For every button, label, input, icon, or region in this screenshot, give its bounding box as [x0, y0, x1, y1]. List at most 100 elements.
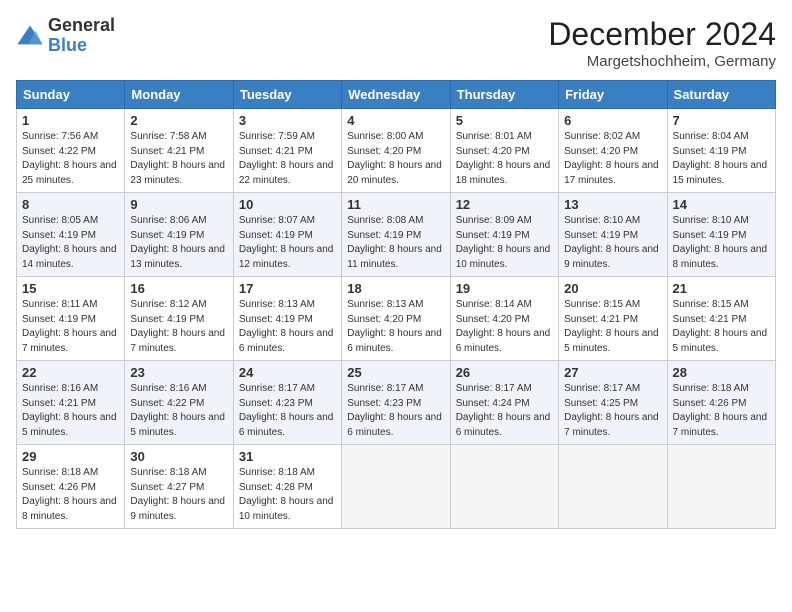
- calendar-cell: 22 Sunrise: 8:16 AM Sunset: 4:21 PM Dayl…: [17, 361, 125, 445]
- day-number: 1: [22, 113, 119, 128]
- calendar-week-row: 8 Sunrise: 8:05 AM Sunset: 4:19 PM Dayli…: [17, 193, 776, 277]
- calendar-cell: 9 Sunrise: 8:06 AM Sunset: 4:19 PM Dayli…: [125, 193, 233, 277]
- day-number: 8: [22, 197, 119, 212]
- calendar-cell: 23 Sunrise: 8:16 AM Sunset: 4:22 PM Dayl…: [125, 361, 233, 445]
- logo-blue: Blue: [48, 35, 87, 55]
- day-info: Sunrise: 8:10 AM Sunset: 4:19 PM Dayligh…: [673, 214, 770, 272]
- calendar-cell: [342, 445, 450, 529]
- page-header: General Blue December 2024 Margetshochhe…: [16, 16, 776, 70]
- calendar-cell: 28 Sunrise: 8:18 AM Sunset: 4:26 PM Dayl…: [667, 361, 775, 445]
- day-info: Sunrise: 8:06 AM Sunset: 4:19 PM Dayligh…: [130, 214, 227, 272]
- calendar-cell: 16 Sunrise: 8:12 AM Sunset: 4:19 PM Dayl…: [125, 277, 233, 361]
- calendar-cell: 5 Sunrise: 8:01 AM Sunset: 4:20 PM Dayli…: [450, 109, 558, 193]
- day-info: Sunrise: 8:15 AM Sunset: 4:21 PM Dayligh…: [564, 298, 661, 356]
- calendar-cell: 14 Sunrise: 8:10 AM Sunset: 4:19 PM Dayl…: [667, 193, 775, 277]
- day-number: 12: [456, 197, 553, 212]
- calendar-week-row: 15 Sunrise: 8:11 AM Sunset: 4:19 PM Dayl…: [17, 277, 776, 361]
- calendar-cell: 24 Sunrise: 8:17 AM Sunset: 4:23 PM Dayl…: [233, 361, 341, 445]
- day-number: 10: [239, 197, 336, 212]
- day-info: Sunrise: 8:10 AM Sunset: 4:19 PM Dayligh…: [564, 214, 661, 272]
- calendar-table: SundayMondayTuesdayWednesdayThursdayFrid…: [16, 80, 776, 529]
- day-number: 3: [239, 113, 336, 128]
- calendar-cell: 30 Sunrise: 8:18 AM Sunset: 4:27 PM Dayl…: [125, 445, 233, 529]
- day-number: 2: [130, 113, 227, 128]
- calendar-cell: 18 Sunrise: 8:13 AM Sunset: 4:20 PM Dayl…: [342, 277, 450, 361]
- logo-icon: [16, 22, 44, 50]
- calendar-cell: 29 Sunrise: 8:18 AM Sunset: 4:26 PM Dayl…: [17, 445, 125, 529]
- col-header-friday: Friday: [559, 81, 667, 109]
- col-header-wednesday: Wednesday: [342, 81, 450, 109]
- day-number: 25: [347, 365, 444, 380]
- calendar-cell: 1 Sunrise: 7:56 AM Sunset: 4:22 PM Dayli…: [17, 109, 125, 193]
- day-info: Sunrise: 8:16 AM Sunset: 4:22 PM Dayligh…: [130, 382, 227, 440]
- calendar-cell: [667, 445, 775, 529]
- day-number: 22: [22, 365, 119, 380]
- calendar-cell: [450, 445, 558, 529]
- day-info: Sunrise: 8:14 AM Sunset: 4:20 PM Dayligh…: [456, 298, 553, 356]
- day-info: Sunrise: 8:18 AM Sunset: 4:26 PM Dayligh…: [673, 382, 770, 440]
- day-info: Sunrise: 8:04 AM Sunset: 4:19 PM Dayligh…: [673, 130, 770, 188]
- calendar-cell: 20 Sunrise: 8:15 AM Sunset: 4:21 PM Dayl…: [559, 277, 667, 361]
- calendar-cell: 27 Sunrise: 8:17 AM Sunset: 4:25 PM Dayl…: [559, 361, 667, 445]
- calendar-week-row: 29 Sunrise: 8:18 AM Sunset: 4:26 PM Dayl…: [17, 445, 776, 529]
- calendar-week-row: 22 Sunrise: 8:16 AM Sunset: 4:21 PM Dayl…: [17, 361, 776, 445]
- day-info: Sunrise: 8:09 AM Sunset: 4:19 PM Dayligh…: [456, 214, 553, 272]
- calendar-cell: [559, 445, 667, 529]
- calendar-cell: 3 Sunrise: 7:59 AM Sunset: 4:21 PM Dayli…: [233, 109, 341, 193]
- day-number: 19: [456, 281, 553, 296]
- day-info: Sunrise: 8:05 AM Sunset: 4:19 PM Dayligh…: [22, 214, 119, 272]
- day-info: Sunrise: 8:13 AM Sunset: 4:19 PM Dayligh…: [239, 298, 336, 356]
- day-info: Sunrise: 8:00 AM Sunset: 4:20 PM Dayligh…: [347, 130, 444, 188]
- day-number: 26: [456, 365, 553, 380]
- day-number: 6: [564, 113, 661, 128]
- day-info: Sunrise: 7:59 AM Sunset: 4:21 PM Dayligh…: [239, 130, 336, 188]
- day-number: 27: [564, 365, 661, 380]
- day-info: Sunrise: 8:13 AM Sunset: 4:20 PM Dayligh…: [347, 298, 444, 356]
- month-title: December 2024: [548, 16, 776, 53]
- day-number: 4: [347, 113, 444, 128]
- day-info: Sunrise: 8:18 AM Sunset: 4:27 PM Dayligh…: [130, 466, 227, 524]
- calendar-cell: 26 Sunrise: 8:17 AM Sunset: 4:24 PM Dayl…: [450, 361, 558, 445]
- logo-text: General Blue: [48, 16, 115, 56]
- col-header-tuesday: Tuesday: [233, 81, 341, 109]
- calendar-cell: 8 Sunrise: 8:05 AM Sunset: 4:19 PM Dayli…: [17, 193, 125, 277]
- day-number: 31: [239, 449, 336, 464]
- calendar-cell: 2 Sunrise: 7:58 AM Sunset: 4:21 PM Dayli…: [125, 109, 233, 193]
- day-info: Sunrise: 8:17 AM Sunset: 4:24 PM Dayligh…: [456, 382, 553, 440]
- calendar-cell: 31 Sunrise: 8:18 AM Sunset: 4:28 PM Dayl…: [233, 445, 341, 529]
- calendar-cell: 6 Sunrise: 8:02 AM Sunset: 4:20 PM Dayli…: [559, 109, 667, 193]
- day-number: 21: [673, 281, 770, 296]
- day-info: Sunrise: 8:07 AM Sunset: 4:19 PM Dayligh…: [239, 214, 336, 272]
- calendar-cell: 21 Sunrise: 8:15 AM Sunset: 4:21 PM Dayl…: [667, 277, 775, 361]
- day-number: 20: [564, 281, 661, 296]
- logo: General Blue: [16, 16, 115, 56]
- day-info: Sunrise: 8:12 AM Sunset: 4:19 PM Dayligh…: [130, 298, 227, 356]
- day-info: Sunrise: 8:18 AM Sunset: 4:26 PM Dayligh…: [22, 466, 119, 524]
- calendar-cell: 25 Sunrise: 8:17 AM Sunset: 4:23 PM Dayl…: [342, 361, 450, 445]
- col-header-saturday: Saturday: [667, 81, 775, 109]
- calendar-week-row: 1 Sunrise: 7:56 AM Sunset: 4:22 PM Dayli…: [17, 109, 776, 193]
- calendar-cell: 13 Sunrise: 8:10 AM Sunset: 4:19 PM Dayl…: [559, 193, 667, 277]
- day-number: 18: [347, 281, 444, 296]
- title-block: December 2024 Margetshochheim, Germany: [548, 16, 776, 70]
- location: Margetshochheim, Germany: [548, 53, 776, 70]
- calendar-cell: 4 Sunrise: 8:00 AM Sunset: 4:20 PM Dayli…: [342, 109, 450, 193]
- calendar-cell: 19 Sunrise: 8:14 AM Sunset: 4:20 PM Dayl…: [450, 277, 558, 361]
- day-number: 13: [564, 197, 661, 212]
- day-info: Sunrise: 8:16 AM Sunset: 4:21 PM Dayligh…: [22, 382, 119, 440]
- day-info: Sunrise: 8:02 AM Sunset: 4:20 PM Dayligh…: [564, 130, 661, 188]
- calendar-cell: 17 Sunrise: 8:13 AM Sunset: 4:19 PM Dayl…: [233, 277, 341, 361]
- col-header-monday: Monday: [125, 81, 233, 109]
- calendar-header-row: SundayMondayTuesdayWednesdayThursdayFrid…: [17, 81, 776, 109]
- col-header-sunday: Sunday: [17, 81, 125, 109]
- logo-general: General: [48, 15, 115, 35]
- day-number: 7: [673, 113, 770, 128]
- day-number: 24: [239, 365, 336, 380]
- day-info: Sunrise: 8:11 AM Sunset: 4:19 PM Dayligh…: [22, 298, 119, 356]
- day-info: Sunrise: 7:58 AM Sunset: 4:21 PM Dayligh…: [130, 130, 227, 188]
- day-number: 15: [22, 281, 119, 296]
- day-info: Sunrise: 7:56 AM Sunset: 4:22 PM Dayligh…: [22, 130, 119, 188]
- day-info: Sunrise: 8:17 AM Sunset: 4:23 PM Dayligh…: [347, 382, 444, 440]
- calendar-cell: 10 Sunrise: 8:07 AM Sunset: 4:19 PM Dayl…: [233, 193, 341, 277]
- day-info: Sunrise: 8:18 AM Sunset: 4:28 PM Dayligh…: [239, 466, 336, 524]
